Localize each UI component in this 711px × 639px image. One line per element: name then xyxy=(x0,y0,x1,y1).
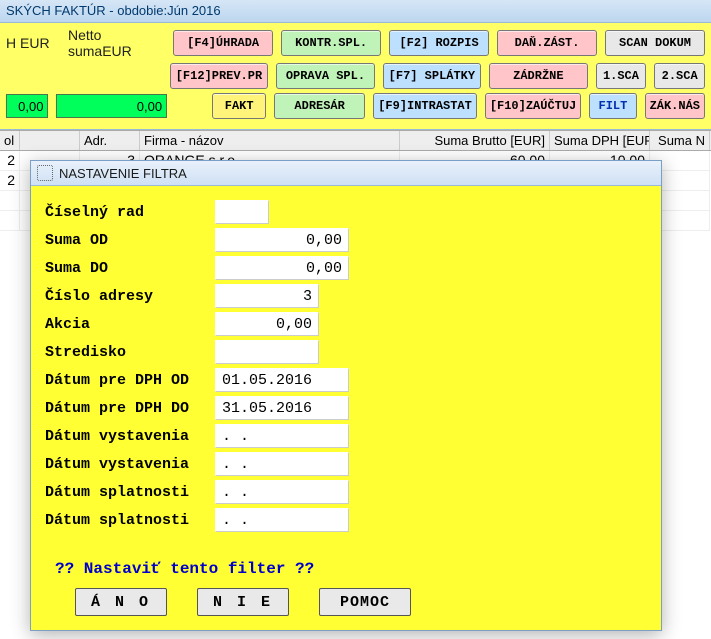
dph-do-input[interactable]: 31.05.2016 xyxy=(215,396,349,420)
stredisko-label: Stredisko xyxy=(45,344,215,361)
col-head-dph: Suma DPH [EUR] xyxy=(550,131,650,150)
dph-od-label: Dátum pre DPH OD xyxy=(45,372,215,389)
splatnosti-od-label: Dátum splatnosti xyxy=(45,484,215,501)
stredisko-input[interactable] xyxy=(215,340,319,364)
splatky-button[interactable]: [F7] SPLÁTKY xyxy=(383,63,481,89)
kontr-spl-button[interactable]: KONTR.SPL. xyxy=(281,30,381,56)
h-eur-label: H EUR xyxy=(6,35,60,51)
akcia-input[interactable]: 0,00 xyxy=(215,312,319,336)
cislo-adresy-input[interactable]: 3 xyxy=(215,284,319,308)
netto-label: Netto sumaEUR xyxy=(68,27,165,59)
adresar-button[interactable]: ADRESÁR xyxy=(274,93,365,119)
ano-button[interactable]: Á N O xyxy=(75,588,167,616)
dph-do-label: Dátum pre DPH DO xyxy=(45,400,215,417)
splatnosti-do-input[interactable]: . . xyxy=(215,508,349,532)
nie-button[interactable]: N I E xyxy=(197,588,289,616)
sca1-button[interactable]: 1.SCA xyxy=(596,63,647,89)
top-toolbar-zone: H EUR Netto sumaEUR [F4]ÚHRADA KONTR.SPL… xyxy=(0,23,711,130)
col-head-suman: Suma N xyxy=(650,131,710,150)
filt-button[interactable]: FILT xyxy=(589,93,636,119)
table-header: ol Adr. Firma - názov Suma Brutto [EUR] … xyxy=(0,131,711,151)
vystavenia-do-label: Dátum vystavenia xyxy=(45,456,215,473)
filter-dialog: NASTAVENIE FILTRA Číselný rad Suma OD 0,… xyxy=(30,160,662,631)
window-title: SKÝCH FAKTÚR - obdobie:Jún 2016 xyxy=(0,0,711,23)
splatnosti-do-label: Dátum splatnosti xyxy=(45,512,215,529)
readout-1: 0,00 xyxy=(6,94,48,118)
intrastat-button[interactable]: [F9]INTRASTAT xyxy=(373,93,477,119)
zadrzne-button[interactable]: ZÁDRŽNE xyxy=(489,63,587,89)
vystavenia-od-label: Dátum vystavenia xyxy=(45,428,215,445)
col-head-brutto: Suma Brutto [EUR] xyxy=(400,131,550,150)
oprava-spl-button[interactable]: OPRAVA SPL. xyxy=(276,63,374,89)
dialog-title-text: NASTAVENIE FILTRA xyxy=(59,166,187,181)
vystavenia-od-input[interactable]: . . xyxy=(215,424,349,448)
zak-nas-button[interactable]: ZÁK.NÁS xyxy=(645,93,705,119)
dialog-icon xyxy=(37,165,53,181)
suma-od-input[interactable]: 0,00 xyxy=(215,228,349,252)
fakt-button[interactable]: FAKT xyxy=(212,93,266,119)
prev-pr-button[interactable]: [F12]PREV.PR xyxy=(170,63,268,89)
scan-dokum-button[interactable]: SCAN DOKUM xyxy=(605,30,705,56)
splatnosti-od-input[interactable]: . . xyxy=(215,480,349,504)
rozpis-button[interactable]: [F2] ROZPIS xyxy=(389,30,489,56)
dph-od-input[interactable]: 01.05.2016 xyxy=(215,368,349,392)
akcia-label: Akcia xyxy=(45,316,215,333)
sca2-button[interactable]: 2.SCA xyxy=(654,63,705,89)
dialog-titlebar[interactable]: NASTAVENIE FILTRA xyxy=(31,161,661,186)
suma-od-label: Suma OD xyxy=(45,232,215,249)
cislo-adresy-label: Číslo adresy xyxy=(45,288,215,305)
suma-do-label: Suma DO xyxy=(45,260,215,277)
vystavenia-do-input[interactable]: . . xyxy=(215,452,349,476)
col-head-firma: Firma - názov xyxy=(140,131,400,150)
dan-zast-button[interactable]: DAŇ.ZÁST. xyxy=(497,30,597,56)
uhrada-button[interactable]: [F4]ÚHRADA xyxy=(173,30,273,56)
zauctuj-button[interactable]: [F10]ZAÚČTUJ xyxy=(485,93,581,119)
ciselny-rad-label: Číselný rad xyxy=(45,204,215,221)
readout-2: 0,00 xyxy=(56,94,167,118)
filter-prompt: ?? Nastaviť tento filter ?? xyxy=(55,560,647,578)
pomoc-button[interactable]: POMOC xyxy=(319,588,411,616)
suma-do-input[interactable]: 0,00 xyxy=(215,256,349,280)
ciselny-rad-input[interactable] xyxy=(215,200,269,224)
col-head-ol: ol xyxy=(0,131,20,150)
col-head-adr: Adr. xyxy=(80,131,140,150)
